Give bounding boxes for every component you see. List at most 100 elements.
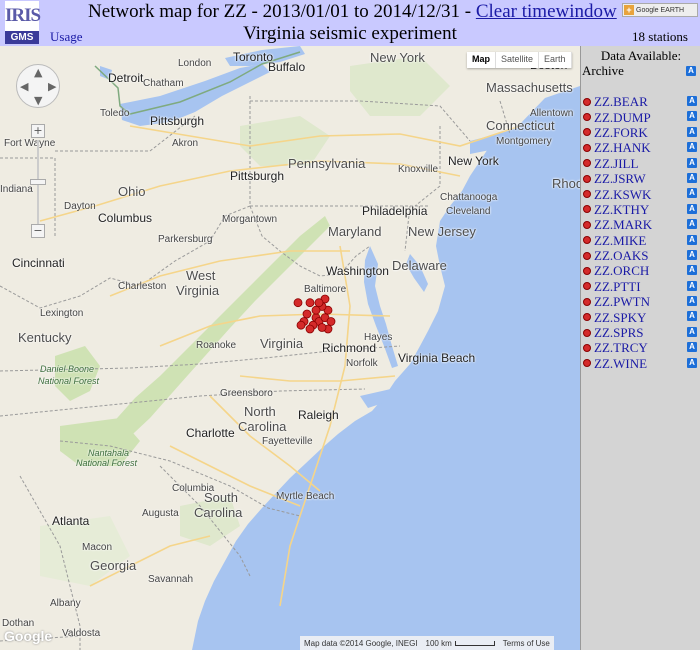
station-link[interactable]: ZZ.JSRW [594,171,646,186]
station-row[interactable]: ZZ.PWTN A [581,294,700,309]
station-row[interactable]: ZZ.PTTI A [581,279,700,294]
station-marker-icon[interactable] [583,159,591,168]
station-link[interactable]: ZZ.BEAR [594,94,648,109]
network-map[interactable]: Detroit Toronto Buffalo London Chatham T… [0,46,580,650]
station-row[interactable]: ZZ.TRCY A [581,340,700,355]
station-marker-icon[interactable] [583,297,591,306]
station-link[interactable]: ZZ.KSWK [594,187,651,202]
archive-icon[interactable]: A [687,234,697,245]
station-row[interactable]: ZZ.BEAR A [581,94,700,109]
pan-up-icon[interactable]: ▲ [34,66,42,79]
station-row[interactable]: ZZ.JILL A [581,156,700,171]
station-marker-icon[interactable] [583,236,591,245]
station-row[interactable]: ZZ.WINE A [581,356,700,371]
archive-icon[interactable]: A [687,265,697,276]
zoom-out-button[interactable]: − [31,224,45,238]
station-marker-trcy[interactable] [311,305,321,315]
pan-control[interactable]: ▲ ▼ ◀ ▶ [16,64,60,108]
archive-icon[interactable]: A [686,66,696,76]
station-row[interactable]: ZZ.ORCH A [581,263,700,278]
station-row[interactable]: ZZ.SPKY A [581,309,700,325]
terms-link[interactable]: Terms of Use [503,639,550,648]
station-marker-icon[interactable] [583,205,591,214]
archive-icon[interactable]: A [687,311,697,322]
station-row[interactable]: ZZ.KTHY A [581,202,700,217]
map-type-map-button[interactable]: Map [467,52,496,68]
station-marker-orch[interactable] [296,320,306,330]
map-type-earth-button[interactable]: Earth [539,52,572,68]
station-marker-icon[interactable] [583,359,591,368]
station-marker-icon[interactable] [583,328,591,337]
station-link[interactable]: ZZ.MIKE [594,233,646,248]
station-marker-icon[interactable] [583,190,591,199]
station-link[interactable]: ZZ.JILL [594,156,638,171]
zoom-in-button[interactable]: + [31,124,45,138]
google-logo[interactable]: Google [4,628,52,644]
archive-icon[interactable]: A [687,326,697,337]
pan-right-icon[interactable]: ▶ [48,80,56,93]
station-marker-icon[interactable] [583,251,591,260]
station-marker-icon[interactable] [583,343,591,352]
archive-icon[interactable]: A [687,157,697,168]
station-marker-icon[interactable] [583,113,591,122]
pan-down-icon[interactable]: ▼ [34,94,42,107]
station-link[interactable]: ZZ.ORCH [594,263,649,278]
archive-icon[interactable]: A [687,357,697,368]
archive-icon[interactable]: A [687,280,697,291]
station-row[interactable]: ZZ.MIKE A [581,233,700,248]
archive-icon[interactable]: A [687,296,697,307]
pan-left-icon[interactable]: ◀ [20,80,28,93]
station-link[interactable]: ZZ.HANK [594,140,651,155]
archive-icon[interactable]: A [687,219,697,230]
station-row[interactable]: ZZ.KSWK A [581,186,700,202]
station-marker-pwtn[interactable] [317,323,327,332]
station-link[interactable]: ZZ.OAKS [594,248,649,263]
station-marker-icon[interactable] [583,282,591,291]
station-marker-spky[interactable] [305,324,315,334]
station-marker-icon[interactable] [583,220,591,229]
station-link[interactable]: ZZ.DUMP [594,110,651,125]
station-marker-fork[interactable] [293,298,303,308]
station-marker-icon[interactable] [583,128,591,137]
station-marker-icon[interactable] [583,97,591,106]
station-marker-wine[interactable] [314,298,324,308]
station-link[interactable]: ZZ.TRCY [594,340,648,355]
station-link[interactable]: ZZ.SPKY [594,310,646,325]
station-link[interactable]: ZZ.FORK [594,125,648,140]
station-marker-icon[interactable] [583,174,591,183]
station-marker-jsrw[interactable] [302,309,312,319]
station-marker-bear[interactable] [305,298,315,308]
archive-icon[interactable]: A [687,142,697,153]
station-row[interactable]: ZZ.HANK A [581,140,700,155]
google-earth-button[interactable]: + Google EARTH [622,3,698,17]
station-row[interactable]: ZZ.MARK A [581,217,700,232]
clear-timewindow-link[interactable]: Clear timewindow [476,1,617,22]
station-link[interactable]: ZZ.WINE [594,356,647,371]
station-row[interactable]: ZZ.OAKS A [581,248,700,263]
station-link[interactable]: ZZ.SPRS [594,325,644,340]
usage-link[interactable]: Usage [50,29,83,45]
station-marker-icon[interactable] [583,313,591,322]
archive-icon[interactable]: A [687,126,697,137]
archive-icon[interactable]: A [687,96,697,106]
archive-icon[interactable]: A [687,111,697,122]
station-marker-oaks[interactable] [326,317,336,326]
map-type-satellite-button[interactable]: Satellite [496,52,540,68]
station-link[interactable]: ZZ.KTHY [594,202,649,217]
station-row[interactable]: ZZ.JSRW A [581,171,700,186]
archive-icon[interactable]: A [687,172,697,183]
station-row[interactable]: ZZ.SPRS A [581,325,700,340]
station-link[interactable]: ZZ.PTTI [594,279,641,294]
station-link[interactable]: ZZ.MARK [594,217,652,232]
station-link[interactable]: ZZ.PWTN [594,294,650,309]
archive-icon[interactable]: A [687,342,697,353]
archive-icon[interactable]: A [687,203,697,214]
station-row[interactable]: ZZ.FORK A [581,125,700,140]
archive-icon[interactable]: A [687,249,697,260]
zoom-slider-thumb[interactable] [30,179,46,185]
scale-bar [454,640,495,646]
station-marker-icon[interactable] [583,143,591,152]
station-row[interactable]: ZZ.DUMP A [581,109,700,125]
archive-icon[interactable]: A [687,188,697,199]
station-marker-icon[interactable] [583,266,591,275]
